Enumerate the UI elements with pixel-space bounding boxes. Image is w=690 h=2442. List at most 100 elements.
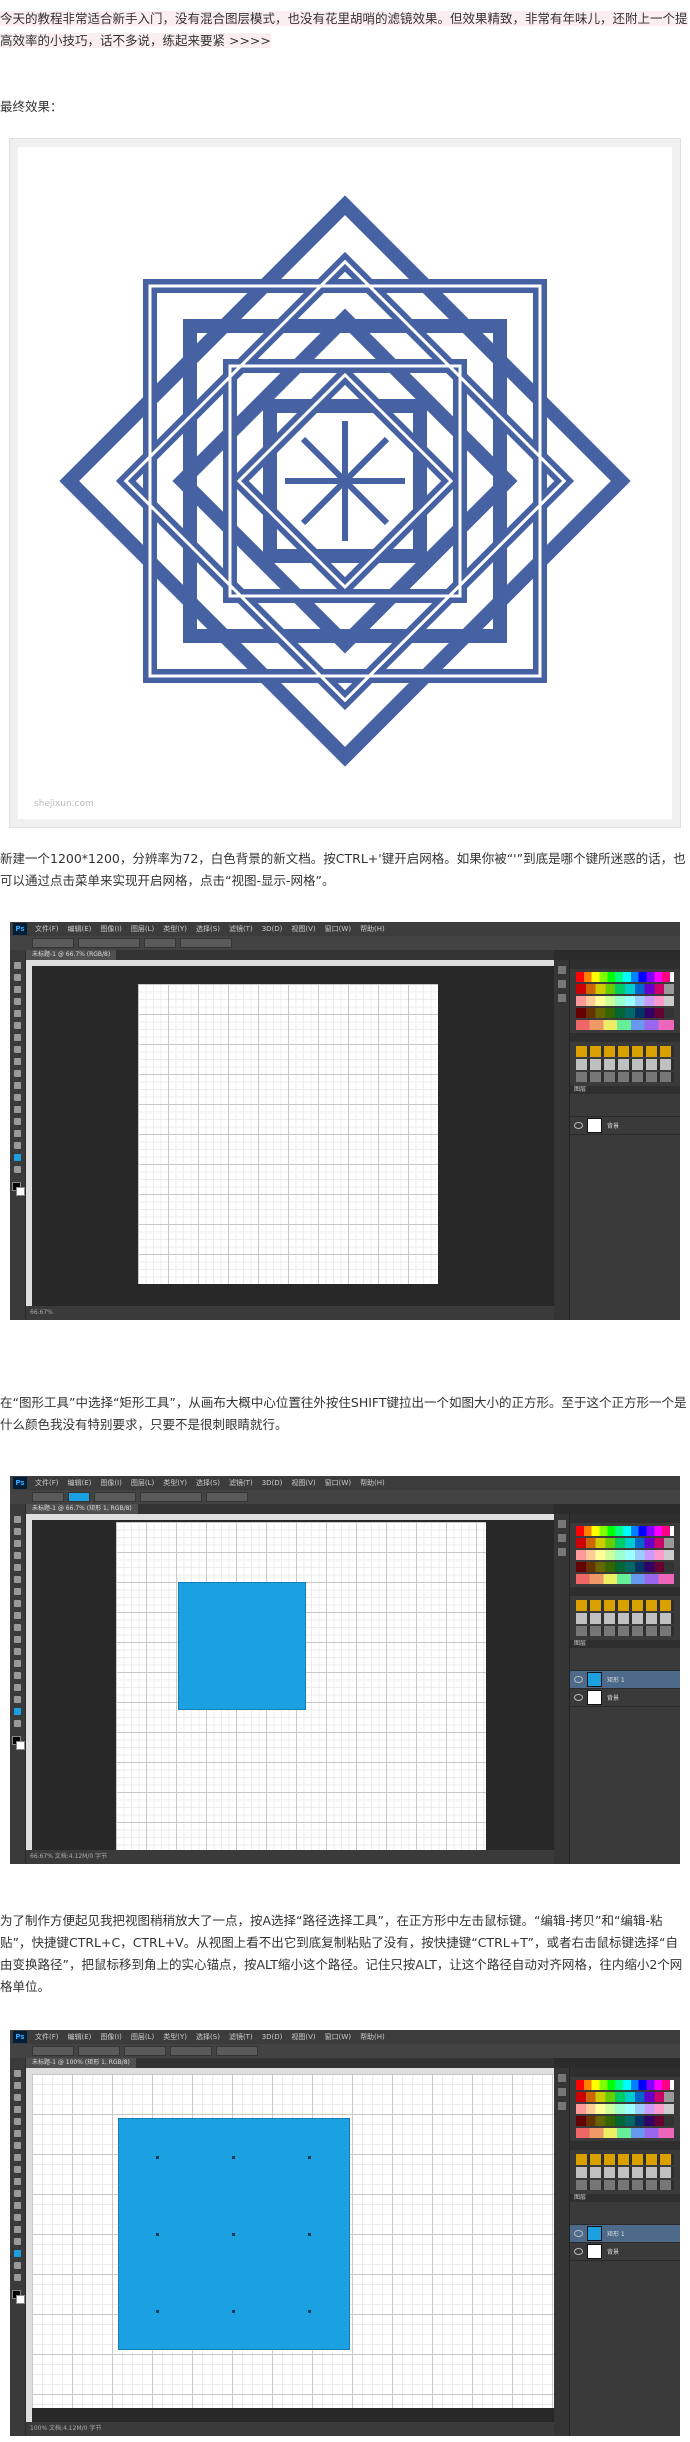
swatches-tab[interactable] <box>570 1514 680 1523</box>
eye-icon[interactable] <box>574 1694 583 1701</box>
styles-panel[interactable] <box>576 1600 674 1636</box>
type-tool-icon[interactable] <box>14 1684 21 1691</box>
path-anchor[interactable] <box>156 2156 159 2159</box>
history-icon[interactable] <box>558 1520 566 1528</box>
path-anchor[interactable] <box>308 2156 311 2159</box>
grid-canvas[interactable] <box>138 984 438 1284</box>
menu-image[interactable]: 图像(I) <box>100 2032 122 2042</box>
layers-controls[interactable] <box>570 1094 680 1117</box>
lasso-tool-icon[interactable] <box>14 986 21 993</box>
swatches-tab[interactable] <box>570 960 680 969</box>
path-anchor[interactable] <box>156 2310 159 2313</box>
marquee-tool-icon[interactable] <box>14 974 21 981</box>
pen-tool-icon[interactable] <box>14 1672 21 1679</box>
history-brush-tool-icon[interactable] <box>14 2178 21 2185</box>
swatches-panel[interactable] <box>576 2080 674 2138</box>
option-field[interactable] <box>78 2046 120 2056</box>
menu-filter[interactable]: 滤镜(T) <box>229 924 253 934</box>
brush-tool-icon[interactable] <box>14 2154 21 2161</box>
healing-tool-icon[interactable] <box>14 1588 21 1595</box>
option-field[interactable] <box>32 1492 64 1502</box>
fill-swatch[interactable] <box>68 1492 90 1502</box>
menu-select[interactable]: 选择(S) <box>196 1478 220 1488</box>
option-field[interactable] <box>94 1492 136 1502</box>
option-field[interactable] <box>78 938 140 948</box>
menu-select[interactable]: 选择(S) <box>196 924 220 934</box>
gradient-tool-icon[interactable] <box>14 1648 21 1655</box>
menu-3d[interactable]: 3D(D) <box>262 1479 283 1487</box>
path-select-tool-icon[interactable] <box>14 1142 21 1149</box>
canvas-area[interactable] <box>26 1514 554 1850</box>
option-field[interactable] <box>32 938 74 948</box>
healing-tool-icon[interactable] <box>14 2142 21 2149</box>
swatches-panel[interactable] <box>576 972 674 1030</box>
dodge-tool-icon[interactable] <box>14 2214 21 2221</box>
layer-row[interactable]: 背景 <box>570 1117 680 1135</box>
styles-panel[interactable] <box>576 2154 674 2190</box>
menu-view[interactable]: 视图(V) <box>291 924 315 934</box>
blue-square[interactable] <box>178 1582 306 1710</box>
layer-row[interactable]: 背景 <box>570 1689 680 1707</box>
menu-help[interactable]: 帮助(H) <box>360 2032 385 2042</box>
menu-edit[interactable]: 编辑(E) <box>68 924 92 934</box>
stamp-tool-icon[interactable] <box>14 1058 21 1065</box>
quick-select-tool-icon[interactable] <box>14 2106 21 2113</box>
hand-tool-icon[interactable] <box>14 1166 21 1173</box>
brush-tool-icon[interactable] <box>14 1046 21 1053</box>
menu-edit[interactable]: 编辑(E) <box>68 2032 92 2042</box>
dodge-tool-icon[interactable] <box>14 1106 21 1113</box>
dodge-tool-icon[interactable] <box>14 1660 21 1667</box>
type-tool-icon[interactable] <box>14 1130 21 1137</box>
option-field[interactable] <box>32 2046 74 2056</box>
path-anchor[interactable] <box>308 2310 311 2313</box>
move-tool-icon[interactable] <box>14 962 21 969</box>
marquee-tool-icon[interactable] <box>14 2082 21 2089</box>
eye-icon[interactable] <box>574 2248 583 2255</box>
layers-controls[interactable] <box>570 2202 680 2225</box>
menu-image[interactable]: 图像(I) <box>100 924 122 934</box>
layer-row[interactable]: 矩形 1 <box>570 1671 680 1689</box>
option-field[interactable] <box>206 1492 248 1502</box>
menu-file[interactable]: 文件(F) <box>35 924 59 934</box>
option-field[interactable] <box>170 2046 212 2056</box>
styles-panel[interactable] <box>576 1046 674 1082</box>
canvas-area[interactable] <box>26 2068 554 2422</box>
grid-canvas[interactable] <box>32 2074 554 2408</box>
history-brush-tool-icon[interactable] <box>14 1070 21 1077</box>
path-anchor[interactable] <box>232 2310 235 2313</box>
swatches-panel[interactable] <box>576 1526 674 1584</box>
stamp-tool-icon[interactable] <box>14 1612 21 1619</box>
menu-type[interactable]: 类型(Y) <box>163 924 187 934</box>
menu-view[interactable]: 视图(V) <box>291 2032 315 2042</box>
menu-window[interactable]: 窗口(W) <box>325 2032 351 2042</box>
eye-icon[interactable] <box>574 1676 583 1683</box>
menu-filter[interactable]: 滤镜(T) <box>229 2032 253 2042</box>
menu-layer[interactable]: 图层(L) <box>131 2032 154 2042</box>
move-tool-icon[interactable] <box>14 1516 21 1523</box>
document-tab[interactable]: 未标题-1 @ 66.7% (矩形 1, RGB/8) <box>26 1504 138 1514</box>
shape-tool-icon[interactable] <box>14 1154 21 1161</box>
menu-help[interactable]: 帮助(H) <box>360 924 385 934</box>
hand-tool-icon[interactable] <box>14 2274 21 2281</box>
menu-edit[interactable]: 编辑(E) <box>68 1478 92 1488</box>
stamp-tool-icon[interactable] <box>14 2166 21 2173</box>
quick-select-tool-icon[interactable] <box>14 998 21 1005</box>
character-icon[interactable] <box>558 2102 566 2110</box>
layer-row[interactable]: 矩形 1 <box>570 2225 680 2243</box>
lasso-tool-icon[interactable] <box>14 2094 21 2101</box>
eyedropper-tool-icon[interactable] <box>14 2130 21 2137</box>
character-icon[interactable] <box>558 1548 566 1556</box>
menu-image[interactable]: 图像(I) <box>100 1478 122 1488</box>
option-field[interactable] <box>124 2046 166 2056</box>
option-field[interactable] <box>144 938 176 948</box>
option-field[interactable] <box>180 938 232 948</box>
properties-icon[interactable] <box>558 2088 566 2096</box>
layers-panel-title[interactable]: 图层 <box>570 1640 680 1648</box>
path-anchor[interactable] <box>232 2233 235 2236</box>
menu-layer[interactable]: 图层(L) <box>131 1478 154 1488</box>
healing-tool-icon[interactable] <box>14 1034 21 1041</box>
path-anchor[interactable] <box>156 2233 159 2236</box>
layers-panel-title[interactable]: 图层 <box>570 1086 680 1094</box>
option-field[interactable] <box>140 1492 202 1502</box>
history-icon[interactable] <box>558 966 566 974</box>
